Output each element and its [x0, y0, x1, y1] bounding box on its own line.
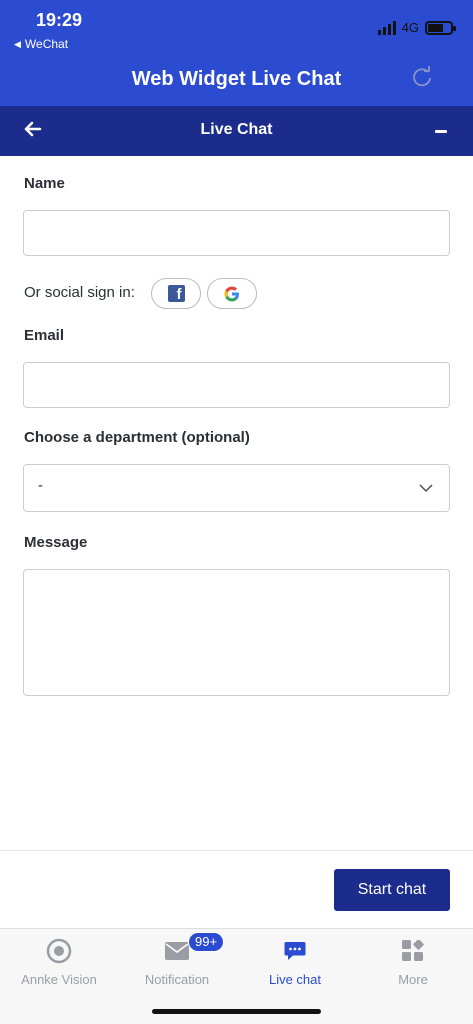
department-selected-value: -: [38, 477, 43, 494]
email-label: Email: [24, 327, 65, 344]
notification-badge: 99+: [188, 932, 225, 952]
facebook-icon: f: [167, 285, 185, 302]
back-triangle-icon: ◀: [14, 38, 21, 49]
tab-label: Live chat: [268, 972, 322, 987]
message-label: Message: [24, 534, 88, 551]
back-app-label: WeChat: [24, 37, 69, 51]
social-sign-in-label: Or social sign in:: [24, 284, 135, 301]
more-grid-icon: [402, 940, 424, 961]
status-indicators: 4G: [377, 20, 456, 35]
widget-title: Live Chat: [200, 121, 273, 138]
email-field[interactable]: [23, 362, 450, 408]
department-label: Choose a department (optional): [24, 429, 250, 446]
status-time: 19:29: [36, 10, 83, 30]
message-field[interactable]: [23, 569, 450, 696]
app-title: Web Widget Live Chat: [131, 68, 342, 90]
google-sign-in-button[interactable]: [207, 278, 257, 309]
name-label: Name: [24, 175, 65, 192]
tab-label: Notification: [144, 972, 210, 987]
battery-icon: [425, 20, 456, 35]
home-indicator[interactable]: [152, 1009, 321, 1014]
chevron-down-icon: [419, 484, 433, 493]
live-chat-header: Live Chat: [0, 106, 473, 156]
facebook-sign-in-button[interactable]: f: [151, 278, 201, 309]
tab-annke-vision[interactable]: Annke Vision: [0, 937, 118, 987]
network-label: 4G: [401, 20, 419, 35]
start-chat-button[interactable]: Start chat: [334, 869, 450, 911]
mail-icon: [165, 942, 189, 960]
refresh-icon[interactable]: [411, 66, 433, 88]
back-to-app-link[interactable]: ◀ WeChat: [14, 37, 68, 51]
minimize-icon[interactable]: [435, 130, 447, 133]
tab-live-chat[interactable]: Live chat: [236, 937, 354, 987]
tab-label: More: [398, 972, 428, 987]
signal-icon: [377, 20, 396, 35]
tab-label: Annke Vision: [21, 972, 97, 987]
app-header: 19:29 ◀ WeChat 4G Web Widget Live Chat: [0, 0, 473, 106]
name-field[interactable]: [23, 210, 450, 256]
chat-icon: [284, 942, 306, 960]
annke-vision-icon: [46, 938, 72, 964]
tab-more[interactable]: More: [354, 937, 472, 987]
department-select[interactable]: -: [23, 464, 450, 512]
google-icon: [224, 286, 239, 301]
footer-divider: [0, 850, 473, 851]
